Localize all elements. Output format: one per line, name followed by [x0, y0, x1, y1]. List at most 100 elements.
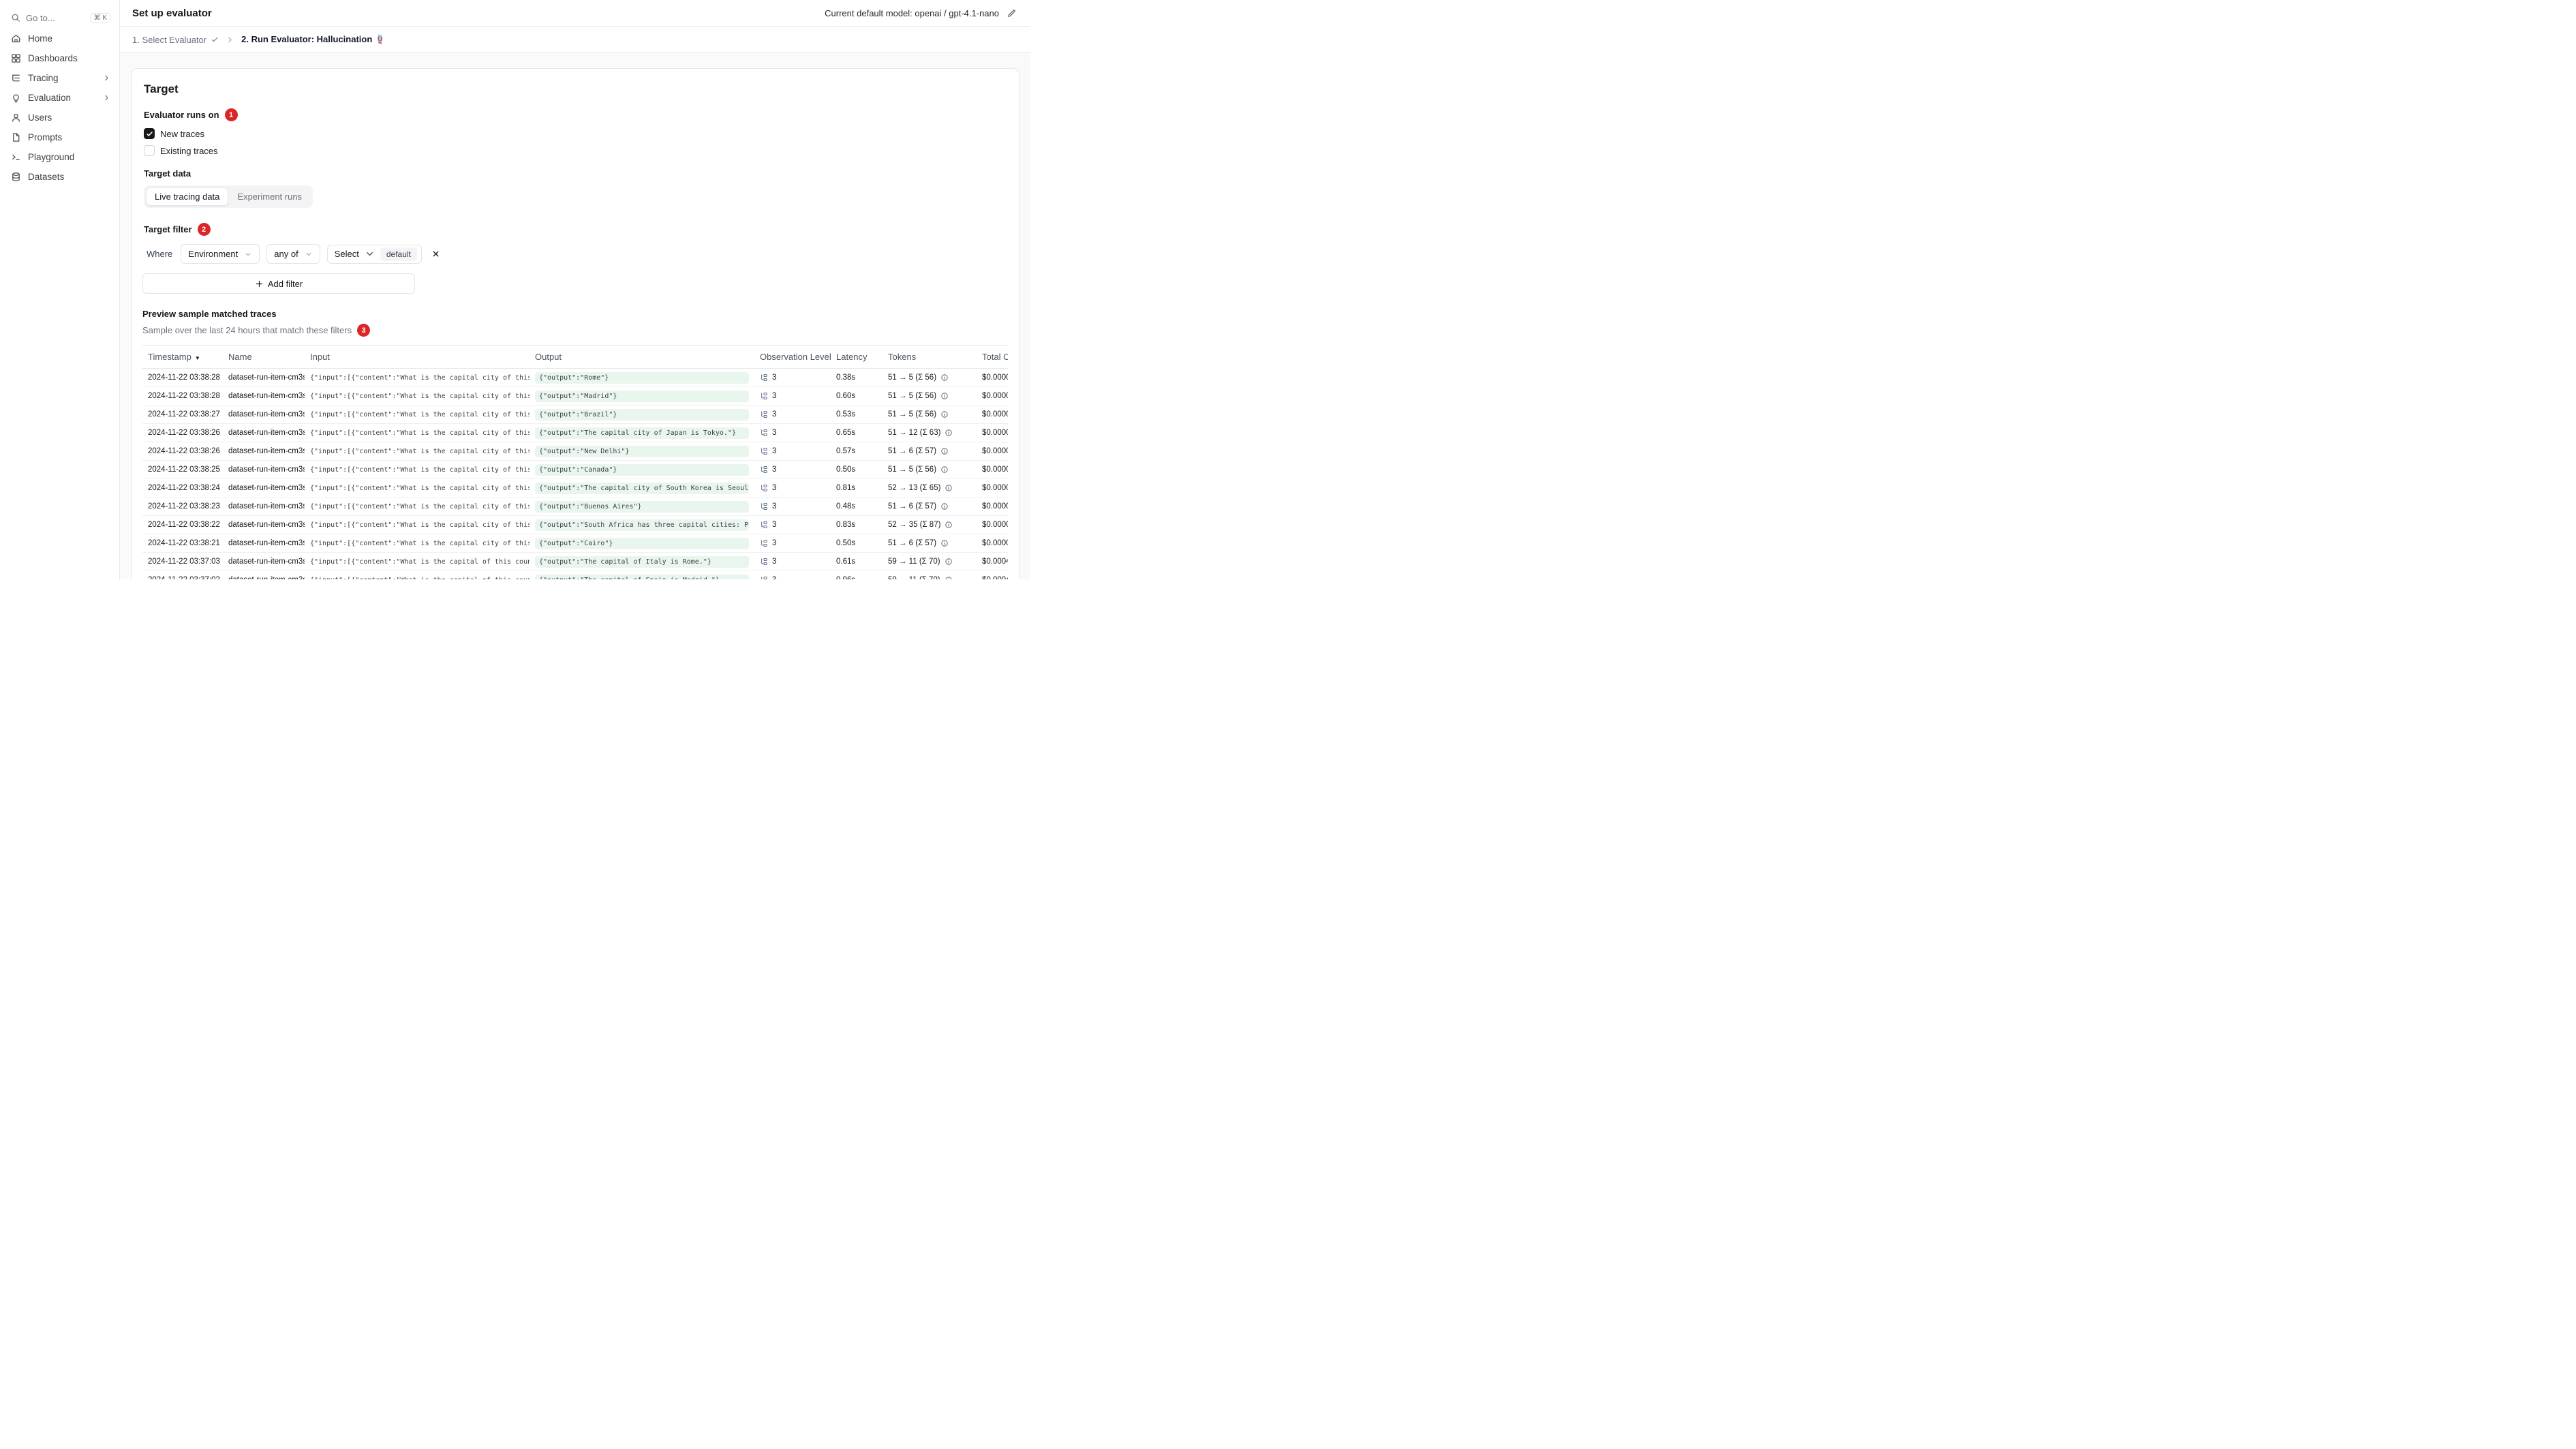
- info-icon[interactable]: [940, 373, 949, 382]
- cell-timestamp: 2024-11-22 03:38:24: [142, 478, 223, 498]
- remove-filter-button[interactable]: [429, 247, 443, 261]
- output-highlight: {"output":"The capital city of South Kor…: [535, 482, 749, 494]
- cell-input: {"input":[{"content":"What is the capita…: [305, 478, 530, 498]
- info-icon[interactable]: [945, 429, 953, 437]
- table-row[interactable]: 2024-11-22 03:38:24 dataset-run-item-cm3…: [142, 478, 1008, 498]
- observation-tree-icon: [760, 539, 768, 547]
- output-highlight: {"output":"Rome"}: [535, 371, 749, 384]
- table-row[interactable]: 2024-11-22 03:37:03 dataset-run-item-cm3…: [142, 552, 1008, 571]
- goto-search[interactable]: Go to... ⌘ K: [0, 7, 119, 29]
- token-usage: 59 → 11 (Σ 70): [888, 576, 940, 579]
- checkbox-new-traces[interactable]: New traces: [144, 128, 1008, 139]
- table-header-row: Timestamp ▼ Name Input Output Observation Lev…: [142, 345, 1008, 369]
- sidebar-item-tracing[interactable]: Tracing: [0, 68, 119, 88]
- token-usage: 51 → 5 (Σ 56): [888, 410, 937, 418]
- cell-output: {"output":"Madrid"}: [530, 386, 754, 406]
- column-header-name[interactable]: Name: [223, 345, 305, 369]
- sidebar-item-evaluation[interactable]: Evaluation: [0, 88, 119, 108]
- breadcrumb: 1. Select Evaluator 2. Run Evaluator: Ha…: [120, 27, 1030, 53]
- cell-input: {"input":[{"content":"What is the capita…: [305, 405, 530, 424]
- table-row[interactable]: 2024-11-22 03:38:26 dataset-run-item-cm3…: [142, 442, 1008, 461]
- table-row[interactable]: 2024-11-22 03:38:21 dataset-run-item-cm3…: [142, 534, 1008, 553]
- info-icon[interactable]: [945, 558, 953, 566]
- observation-level-count: 3: [772, 447, 777, 455]
- sidebar-item-users[interactable]: Users: [0, 108, 119, 127]
- observation-tree-icon: [760, 466, 768, 474]
- cell-timestamp: 2024-11-22 03:38:26: [142, 423, 223, 442]
- chevron-down-icon: [365, 249, 375, 259]
- table-row[interactable]: 2024-11-22 03:38:23 dataset-run-item-cm3…: [142, 497, 1008, 516]
- cell-output: {"output":"Rome"}: [530, 368, 754, 387]
- cell-latency: 0.60s: [831, 386, 883, 406]
- sidebar-nav: Home Dashboards Tracing Evaluation Users…: [0, 29, 119, 187]
- info-icon[interactable]: [940, 447, 949, 455]
- observation-tree-icon: [760, 447, 768, 455]
- column-header-tokens[interactable]: Tokens: [883, 345, 977, 369]
- chevron-right-icon: [102, 93, 111, 102]
- traces-table-body: 2024-11-22 03:38:28 dataset-run-item-cm3…: [142, 368, 1008, 579]
- table-row[interactable]: 2024-11-22 03:38:28 dataset-run-item-cm3…: [142, 368, 1008, 387]
- cell-latency: 0.50s: [831, 534, 883, 553]
- table-row[interactable]: 2024-11-22 03:38:27 dataset-run-item-cm3…: [142, 405, 1008, 424]
- tab-experiment-runs[interactable]: Experiment runs: [228, 187, 311, 206]
- sidebar-item-prompts[interactable]: Prompts: [0, 127, 119, 147]
- pencil-icon: [1007, 9, 1016, 18]
- close-icon: [431, 249, 440, 258]
- edit-default-model-button[interactable]: [1005, 7, 1018, 20]
- column-header-latency[interactable]: Latency: [831, 345, 883, 369]
- cell-tokens: 51 → 5 (Σ 56): [883, 386, 977, 406]
- sidebar-item-home[interactable]: Home: [0, 29, 119, 48]
- check-icon: [211, 35, 219, 44]
- table-row[interactable]: 2024-11-22 03:38:28 dataset-run-item-cm3…: [142, 386, 1008, 406]
- info-icon[interactable]: [940, 392, 949, 400]
- output-highlight: {"output":"Madrid"}: [535, 390, 749, 402]
- sidebar-item-datasets[interactable]: Datasets: [0, 167, 119, 187]
- cell-input: {"input":[{"content":"What is the capita…: [305, 497, 530, 516]
- info-icon[interactable]: [940, 410, 949, 418]
- observation-tree-icon: [760, 373, 768, 382]
- info-icon[interactable]: [945, 576, 953, 579]
- tab-live-tracing-data[interactable]: Live tracing data: [146, 187, 229, 206]
- table-row[interactable]: 2024-11-22 03:38:22 dataset-run-item-cm3…: [142, 515, 1008, 534]
- cell-output: {"output":"South Africa has three capita…: [530, 515, 754, 534]
- content-area: Target Evaluator runs on 1 New traces Ex…: [120, 53, 1030, 579]
- chevron-right-icon: [226, 35, 234, 44]
- cell-total-cost: $0.000011: [977, 386, 1008, 406]
- info-icon[interactable]: [940, 466, 949, 474]
- table-row[interactable]: 2024-11-22 03:38:26 dataset-run-item-cm3…: [142, 423, 1008, 442]
- info-icon[interactable]: [940, 502, 949, 510]
- observation-level-count: 3: [772, 521, 777, 529]
- column-header-input[interactable]: Input: [305, 345, 530, 369]
- cell-name: dataset-run-item-cm3s4: [223, 368, 305, 387]
- filter-column-select[interactable]: Environment: [181, 244, 260, 264]
- column-header-output[interactable]: Output: [530, 345, 754, 369]
- filter-operator-select[interactable]: any of: [266, 244, 320, 264]
- sidebar-item-dashboards[interactable]: Dashboards: [0, 48, 119, 68]
- info-icon[interactable]: [945, 484, 953, 492]
- checkbox-existing-traces[interactable]: Existing traces: [144, 145, 1008, 156]
- cell-total-cost: $0.000011: [977, 405, 1008, 424]
- column-header-timestamp[interactable]: Timestamp ▼: [142, 345, 223, 369]
- column-header-total-cost[interactable]: Total Cost: [977, 345, 1008, 369]
- info-icon[interactable]: [940, 539, 949, 547]
- checkbox[interactable]: [144, 145, 155, 156]
- add-filter-button[interactable]: Add filter: [142, 273, 415, 294]
- sidebar-item-label: Users: [28, 112, 52, 123]
- filter-value-chip[interactable]: default: [380, 247, 417, 261]
- sidebar-item-playground[interactable]: Playground: [0, 147, 119, 167]
- cell-name: dataset-run-item-cm3s4: [223, 442, 305, 461]
- info-icon[interactable]: [945, 521, 953, 529]
- breadcrumb-step-select-evaluator[interactable]: 1. Select Evaluator: [132, 35, 219, 45]
- table-row[interactable]: 2024-11-22 03:38:25 dataset-run-item-cm3…: [142, 460, 1008, 479]
- sidebar-item-label: Datasets: [28, 172, 65, 182]
- cell-input: {"input":[{"content":"What is the capita…: [305, 368, 530, 387]
- column-header-observation-levels[interactable]: Observation Levels: [754, 345, 831, 369]
- table-row[interactable]: 2024-11-22 03:37:02 dataset-run-item-cm3…: [142, 570, 1008, 579]
- checkbox[interactable]: [144, 128, 155, 139]
- cell-name: dataset-run-item-cm3s4: [223, 552, 305, 571]
- sidebar-item-label: Home: [28, 33, 53, 44]
- cell-name: dataset-run-item-cm3s4: [223, 460, 305, 479]
- prompts-icon: [11, 132, 21, 142]
- cell-timestamp: 2024-11-22 03:38:28: [142, 368, 223, 387]
- filter-value-select[interactable]: Select default: [326, 244, 422, 264]
